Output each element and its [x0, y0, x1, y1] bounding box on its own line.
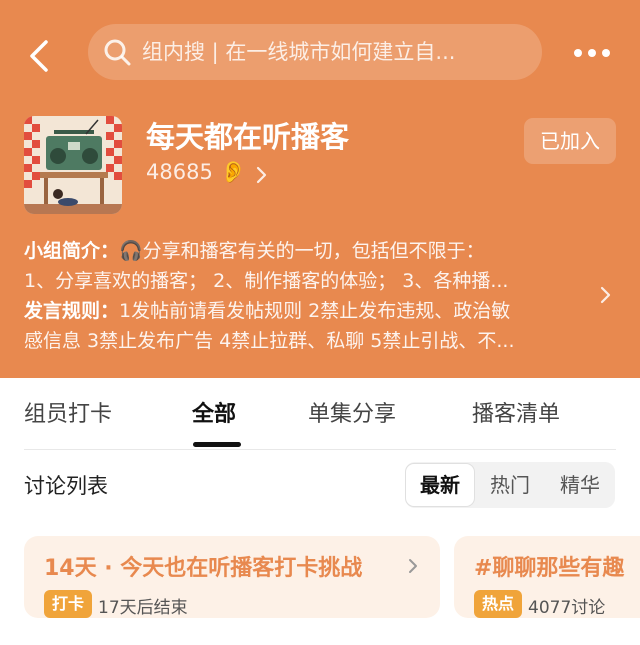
sort-featured[interactable]: 精华 [545, 462, 615, 508]
rules-text-2: 感信息 3禁止发布广告 4禁止拉群、私聊 5禁止引战、不... [24, 330, 515, 352]
chevron-right-icon[interactable] [600, 285, 612, 305]
back-arrow-icon[interactable] [22, 36, 62, 76]
more-icon[interactable] [572, 42, 612, 64]
ear-icon: 👂 [220, 160, 247, 184]
tab-bar: 组员打卡 全部 单集分享 播客清单 [0, 378, 640, 448]
group-cover-image[interactable] [24, 116, 122, 214]
tab-all[interactable]: 全部 [192, 396, 236, 428]
search-icon [104, 39, 131, 66]
group-header: 组内搜 | 在一线城市如何建立自... 每天都在听播客 48685 👂 已加入 [0, 0, 640, 378]
intro-text: 🎧分享和播客有关的一切，包括但不限于： [119, 240, 485, 262]
active-tab-indicator [193, 442, 241, 447]
topic-card[interactable]: #聊聊那些有趣 热点 4077讨论 [454, 536, 640, 618]
checkin-badge: 打卡 [44, 590, 93, 618]
tab-podcast-list[interactable]: 播客清单 [472, 396, 560, 428]
intro-text-2: 1、分享喜欢的播客； 2、制作播客的体验； 3、各种播... [24, 270, 509, 292]
topic-title: #聊聊那些有趣 [474, 556, 625, 581]
divider [24, 449, 616, 450]
topic-meta: 17天后结束 [98, 598, 188, 618]
sort-latest[interactable]: 最新 [405, 463, 475, 507]
tab-episode-share[interactable]: 单集分享 [308, 396, 396, 428]
sort-hot[interactable]: 热门 [475, 462, 545, 508]
topic-title: 14天 · 今天也在听播客打卡挑战 [44, 556, 363, 581]
hot-badge: 热点 [474, 590, 523, 618]
topic-meta: 4077讨论 [528, 598, 606, 618]
rules-text: 1发帖前请看发帖规则 2禁止发布违规、政治敏 [119, 300, 511, 322]
member-count[interactable]: 48685 [146, 160, 213, 184]
sort-segment: 最新 热门 精华 [405, 462, 615, 508]
topic-card[interactable]: 14天 · 今天也在听播客打卡挑战 打卡 17天后结束 [24, 536, 440, 618]
chevron-right-icon[interactable] [256, 166, 268, 184]
tab-checkin[interactable]: 组员打卡 [24, 396, 112, 428]
intro-label: 小组简介： [24, 240, 120, 262]
search-placeholder: 组内搜 | 在一线城市如何建立自... [142, 40, 456, 64]
group-intro[interactable]: 小组简介：🎧分享和播客有关的一切，包括但不限于： 1、分享喜欢的播客； 2、制作… [24, 236, 584, 356]
chevron-right-icon [409, 559, 417, 573]
rules-label: 发言规则： [24, 300, 120, 322]
group-title: 每天都在听播客 [146, 120, 350, 154]
discussion-list-title: 讨论列表 [24, 474, 108, 498]
search-input[interactable]: 组内搜 | 在一线城市如何建立自... [88, 24, 542, 80]
joined-button[interactable]: 已加入 [524, 118, 616, 164]
